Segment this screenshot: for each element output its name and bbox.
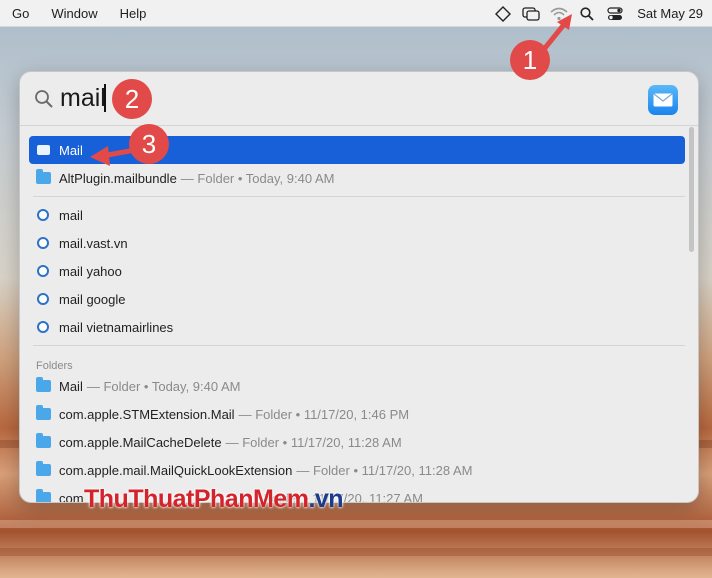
annotation-badge-1: 1	[510, 40, 550, 80]
folder-result[interactable]: com.apple.mail.MailQuickLookExtension — …	[29, 456, 685, 484]
spotlight-query-input[interactable]: mail	[60, 84, 106, 113]
result-label: mail	[59, 207, 83, 223]
result-label: AltPlugin.mailbundle	[59, 170, 177, 186]
result-label: com	[59, 490, 84, 503]
web-search-icon	[35, 293, 51, 305]
suggestion-mail-vietnamairlines[interactable]: mail vietnamairlines	[29, 313, 685, 341]
result-label: Mail	[59, 378, 83, 394]
menu-bar: Go Window Help Sat May 29	[0, 0, 712, 27]
annotation-badge-3: 3	[129, 124, 169, 164]
menu-window[interactable]: Window	[51, 6, 97, 21]
result-meta: — Folder • 11/17/20, 11:28 AM	[225, 434, 402, 450]
folder-result[interactable]: Mail — Folder • Today, 9:40 AM	[29, 372, 685, 400]
results-list: Mail AltPlugin.mailbundle — Folder • Tod…	[29, 136, 685, 503]
result-meta: — Folder • 11/17/20, 1:46 PM	[238, 406, 410, 422]
diamond-icon[interactable]	[489, 0, 517, 27]
wallpaper-stripe	[0, 548, 712, 556]
watermark: ThuThuatPhanMem.vn	[84, 485, 344, 514]
divider	[33, 345, 685, 346]
mail-app-preview-icon	[648, 85, 678, 115]
menu-extras: Sat May 29	[489, 0, 712, 27]
web-search-icon	[35, 265, 51, 277]
web-search-icon	[35, 209, 51, 221]
results-scrollbar[interactable]	[689, 127, 694, 252]
text-cursor	[104, 84, 106, 112]
web-search-icon	[35, 237, 51, 249]
watermark-suffix: .vn	[308, 485, 344, 513]
folder-icon	[35, 169, 51, 184]
screen-mirroring-icon[interactable]	[517, 0, 545, 27]
folder-icon	[35, 433, 51, 448]
wallpaper-stripe	[0, 520, 712, 528]
suggestion-mail-yahoo[interactable]: mail yahoo	[29, 257, 685, 285]
result-label: mail google	[59, 291, 126, 307]
result-label: com.apple.mail.MailQuickLookExtension	[59, 462, 293, 478]
suggestion-mail-vast[interactable]: mail.vast.vn	[29, 229, 685, 257]
mail-app-icon	[35, 145, 51, 155]
result-meta: — Folder • Today, 9:40 AM	[86, 378, 241, 394]
folder-icon	[35, 489, 51, 502]
result-label: com.apple.STMExtension.Mail	[59, 406, 235, 422]
result-altplugin[interactable]: AltPlugin.mailbundle — Folder • Today, 9…	[29, 164, 685, 192]
result-meta: — Folder • 11/17/20, 11:28 AM	[296, 462, 473, 478]
result-meta: — Folder • Today, 9:40 AM	[180, 170, 335, 186]
web-search-icon	[35, 321, 51, 333]
section-header-folders: Folders	[36, 360, 73, 372]
suggestion-mail-google[interactable]: mail google	[29, 285, 685, 313]
suggestion-mail[interactable]: mail	[29, 201, 685, 229]
result-top-hit-mail[interactable]: Mail	[29, 136, 685, 164]
menu-go[interactable]: Go	[12, 6, 29, 21]
control-center-icon[interactable]	[601, 0, 629, 27]
spotlight-panel: mail Mail AltPlugin.mailbundle — Folder …	[19, 71, 699, 503]
folder-result[interactable]: com.apple.MailCacheDelete — Folder • 11/…	[29, 428, 685, 456]
folder-icon	[35, 377, 51, 392]
result-label: mail.vast.vn	[59, 235, 128, 251]
spotlight-search-icon[interactable]	[573, 0, 601, 27]
menu-clock[interactable]: Sat May 29	[637, 6, 703, 21]
folder-result[interactable]: com.apple.STMExtension.Mail — Folder • 1…	[29, 400, 685, 428]
menu-help[interactable]: Help	[120, 6, 147, 21]
folder-icon	[35, 405, 51, 420]
result-label: com.apple.MailCacheDelete	[59, 434, 222, 450]
annotation-badge-2: 2	[112, 79, 152, 119]
search-icon	[34, 89, 54, 114]
folder-icon	[35, 461, 51, 476]
watermark-main: ThuThuatPhanMem	[84, 485, 309, 513]
result-label: Mail	[59, 142, 83, 158]
result-label: mail yahoo	[59, 263, 122, 279]
result-label: mail vietnamairlines	[59, 319, 174, 335]
wifi-icon[interactable]	[545, 0, 573, 27]
divider	[33, 196, 685, 197]
